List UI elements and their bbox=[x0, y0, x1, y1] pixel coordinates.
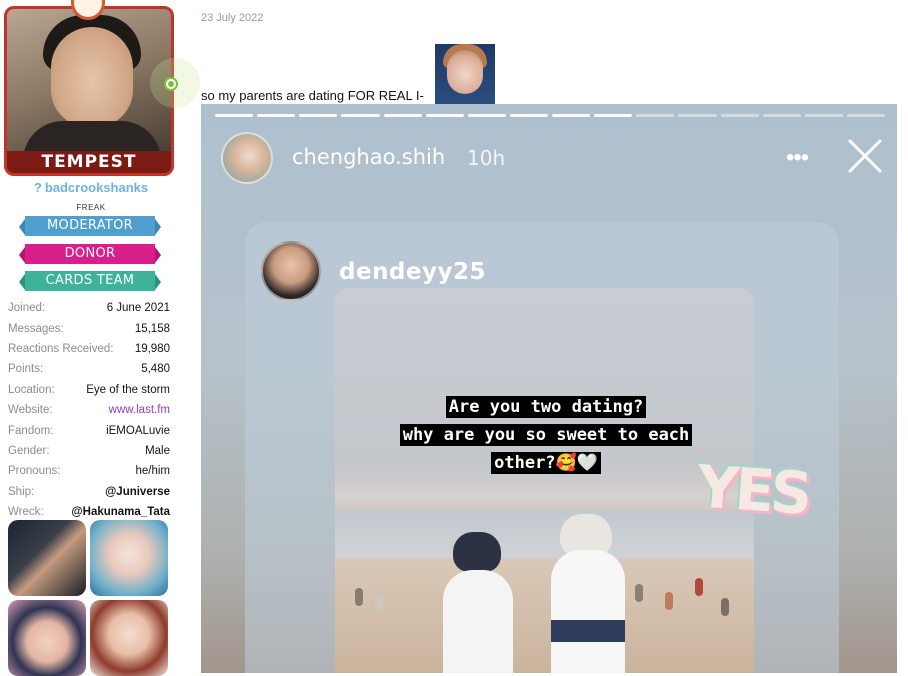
signature-image bbox=[90, 520, 168, 596]
yes-sticker: YES bbox=[694, 452, 811, 528]
reposted-user-avatar bbox=[261, 241, 321, 301]
signature-image bbox=[8, 520, 86, 596]
badge-moderator: MODERATOR bbox=[19, 216, 161, 236]
photo-crowd bbox=[721, 598, 729, 616]
stat-ship: Ship: @Juniverse bbox=[8, 485, 170, 498]
progress-segment bbox=[341, 114, 380, 117]
stat-fandom: Fandom: iEMOALuvie bbox=[8, 424, 170, 437]
online-status-icon bbox=[164, 77, 178, 91]
photo-crowd bbox=[665, 592, 673, 610]
photo-sea bbox=[335, 510, 754, 558]
user-panel: TEMPEST ? badcrookshanks FREAK MODERATOR … bbox=[0, 0, 200, 676]
stat-messages: Messages: 15,158 bbox=[8, 322, 170, 335]
photo-person-hat bbox=[453, 532, 501, 572]
progress-segment bbox=[594, 114, 633, 117]
stat-location: Location: Eye of the storm bbox=[8, 383, 170, 396]
signature-image bbox=[8, 600, 86, 676]
progress-segment bbox=[383, 114, 422, 117]
stat-points: Points: 5,480 bbox=[8, 363, 170, 376]
progress-segment bbox=[678, 114, 717, 117]
image-face bbox=[447, 50, 483, 94]
story-user-avatar bbox=[221, 132, 273, 184]
close-icon bbox=[848, 139, 882, 173]
caption-line: other?🥰🤍 bbox=[491, 452, 601, 474]
progress-segment bbox=[636, 114, 675, 117]
photo-crowd bbox=[635, 584, 643, 602]
stat-gender: Gender: Male bbox=[8, 444, 170, 457]
username-text[interactable]: badcrookshanks bbox=[45, 180, 148, 195]
more-dots-icon: ••• bbox=[786, 144, 809, 171]
photo-crowd bbox=[375, 594, 383, 612]
user-avatar[interactable]: TEMPEST bbox=[4, 6, 174, 176]
progress-segment bbox=[846, 114, 885, 117]
caption-line: Are you two dating? bbox=[445, 396, 647, 418]
username[interactable]: ? badcrookshanks bbox=[0, 180, 182, 195]
story-username: chenghao.shih bbox=[292, 145, 446, 169]
user-stats: Joined: 6 June 2021 Messages: 15,158 React… bbox=[8, 298, 170, 522]
website-link[interactable]: www.last.fm bbox=[109, 404, 170, 416]
avatar-banner: TEMPEST bbox=[7, 151, 171, 173]
progress-segment bbox=[804, 114, 843, 117]
user-title: FREAK bbox=[76, 203, 106, 212]
stat-website: Website: www.last.fm bbox=[8, 404, 170, 417]
story-screenshot[interactable]: chenghao.shih 10h ••• dendeyy25 Are you … bbox=[201, 104, 897, 673]
photo-sand bbox=[335, 558, 754, 673]
wreck-mention[interactable]: @Hakunama_Tata bbox=[71, 506, 170, 518]
signature-image bbox=[90, 600, 168, 676]
progress-segment bbox=[467, 114, 506, 117]
stat-reactions: Reactions Received: 19,980 bbox=[8, 342, 170, 355]
reposted-username: dendeyy25 bbox=[339, 259, 486, 285]
stat-joined: Joined: 6 June 2021 bbox=[8, 302, 170, 315]
badge-donor: DONOR bbox=[19, 244, 161, 264]
post-text: so my parents are dating FOR REAL I- bbox=[201, 88, 424, 103]
badge-cards-team: CARDS TEAM bbox=[19, 271, 161, 291]
stat-pronouns: Pronouns: he/him bbox=[8, 465, 170, 478]
photo-person-stripe bbox=[551, 620, 625, 642]
progress-segment bbox=[552, 114, 591, 117]
avatar-face bbox=[51, 27, 133, 127]
photo-person bbox=[443, 570, 513, 673]
progress-segment bbox=[299, 114, 338, 117]
progress-segment bbox=[215, 114, 254, 117]
inline-reaction-image[interactable] bbox=[435, 44, 495, 104]
progress-segment bbox=[509, 114, 548, 117]
photo-person bbox=[551, 550, 625, 673]
ship-mention[interactable]: @Juniverse bbox=[105, 486, 170, 498]
photo-crowd bbox=[695, 578, 703, 596]
post-date[interactable]: 23 July 2022 bbox=[201, 12, 263, 24]
question-icon: ? bbox=[33, 180, 42, 195]
progress-segment bbox=[257, 114, 296, 117]
beach-photo bbox=[335, 288, 754, 673]
progress-segment bbox=[720, 114, 759, 117]
story-caption: Are you two dating? why are you so sweet… bbox=[381, 393, 711, 477]
story-progress-bar bbox=[215, 114, 885, 117]
caption-line: why are you so sweet to each bbox=[399, 424, 693, 446]
story-time: 10h bbox=[467, 146, 506, 170]
photo-crowd bbox=[355, 588, 363, 606]
progress-segment bbox=[425, 114, 464, 117]
progress-segment bbox=[762, 114, 801, 117]
